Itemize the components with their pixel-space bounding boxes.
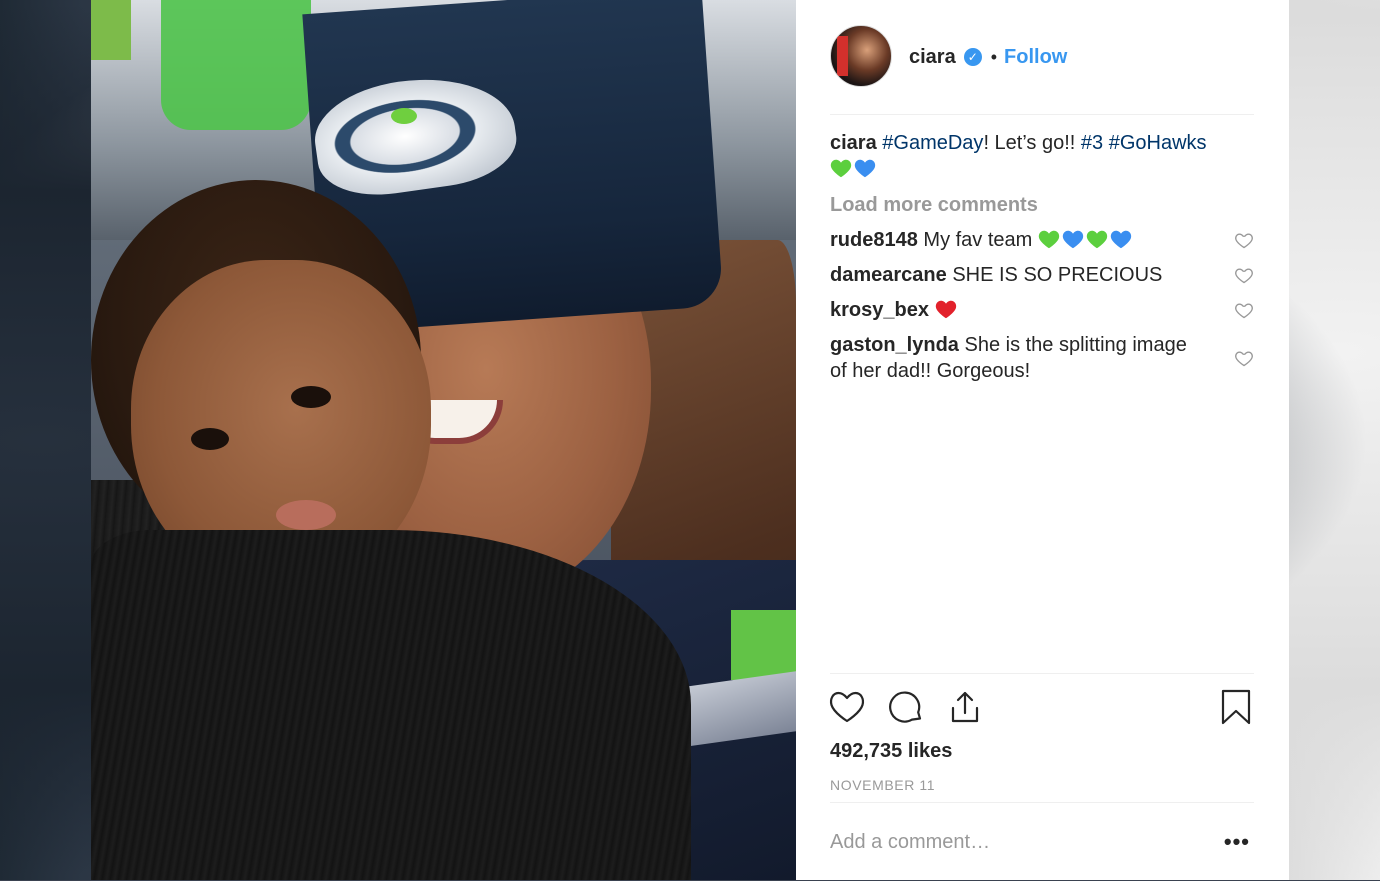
- caption: ciara #GameDay! Let’s go!! #3 #GoHawks: [830, 130, 1254, 182]
- follow-button[interactable]: Follow: [1004, 46, 1067, 69]
- comment-icon[interactable]: [887, 688, 925, 726]
- comment-username[interactable]: rude8148: [830, 229, 918, 251]
- add-comment-input[interactable]: [830, 830, 1190, 854]
- comment-item: krosy_bex: [830, 297, 1254, 323]
- comment-like-heart-icon[interactable]: [1234, 300, 1254, 320]
- instagram-post: ciara ✓ • Follow ciara #GameDay! Let’s g…: [91, 0, 1289, 880]
- blue-heart-icon: [1062, 230, 1084, 249]
- header-username[interactable]: ciara: [909, 46, 956, 69]
- post-photo[interactable]: [91, 0, 796, 880]
- heart-icon[interactable]: [828, 688, 866, 726]
- photo-fan-jersey: [161, 0, 311, 130]
- photo-eye: [291, 386, 331, 408]
- hashtag-link[interactable]: #GameDay: [882, 132, 983, 154]
- bookmark-icon[interactable]: [1218, 688, 1256, 726]
- comment-emojis: [1038, 229, 1134, 251]
- post-header: ciara ✓ • Follow: [830, 0, 1254, 115]
- header-separator: •: [990, 46, 998, 67]
- avatar[interactable]: [830, 25, 892, 87]
- action-icons: [828, 674, 1256, 740]
- post-side-panel: ciara ✓ • Follow ciara #GameDay! Let’s g…: [796, 0, 1289, 880]
- load-more-comments-button[interactable]: Load more comments: [830, 192, 1254, 218]
- blue-heart-icon: [1110, 230, 1132, 249]
- green-heart-icon: [1086, 230, 1108, 249]
- comment-item: gaston_lynda She is the splitting image …: [830, 332, 1254, 384]
- more-options-icon[interactable]: •••: [1224, 829, 1250, 855]
- add-comment-bar: •••: [830, 802, 1254, 881]
- photo-logo-eye: [391, 108, 417, 124]
- comment-username[interactable]: krosy_bex: [830, 299, 929, 321]
- comment-like-heart-icon[interactable]: [1234, 265, 1254, 285]
- green-heart-icon: [830, 159, 852, 178]
- caption-emojis: [830, 158, 878, 180]
- comment-emojis: [935, 299, 959, 321]
- hashtag-link[interactable]: #3: [1081, 132, 1103, 154]
- green-heart-icon: [1038, 230, 1060, 249]
- comment-username[interactable]: damearcane: [830, 264, 947, 286]
- comments-list: ciara #GameDay! Let’s go!! #3 #GoHawks L…: [830, 130, 1254, 393]
- comment-item: rude8148 My fav team: [830, 227, 1254, 253]
- post-actions: 492,735 likes NOVEMBER 11: [828, 673, 1256, 803]
- post-date[interactable]: NOVEMBER 11: [830, 777, 1254, 803]
- hashtag-link[interactable]: #GoHawks: [1109, 132, 1207, 154]
- avatar-detail: [837, 36, 848, 76]
- comment-username[interactable]: gaston_lynda: [830, 334, 959, 356]
- photo-child-sweater: [91, 530, 691, 880]
- photo-mouth: [276, 500, 336, 530]
- share-icon[interactable]: [946, 688, 984, 726]
- comment-item: damearcane SHE IS SO PRECIOUS: [830, 262, 1254, 288]
- red-heart-icon: [935, 300, 956, 319]
- likes-count[interactable]: 492,735 likes: [830, 740, 1254, 763]
- caption-text: ! Let’s go!!: [983, 132, 1081, 154]
- comment-like-heart-icon[interactable]: [1234, 230, 1254, 250]
- photo-jacket-accent: [731, 610, 796, 680]
- photo-eye: [191, 428, 229, 450]
- caption-username[interactable]: ciara: [830, 132, 877, 154]
- photo-fan: [91, 0, 131, 60]
- comment-text: SHE IS SO PRECIOUS: [952, 264, 1163, 286]
- verified-badge-icon: ✓: [963, 48, 982, 66]
- comment-like-heart-icon[interactable]: [1234, 348, 1254, 368]
- blue-heart-icon: [854, 159, 876, 178]
- comment-text: My fav team: [923, 229, 1033, 251]
